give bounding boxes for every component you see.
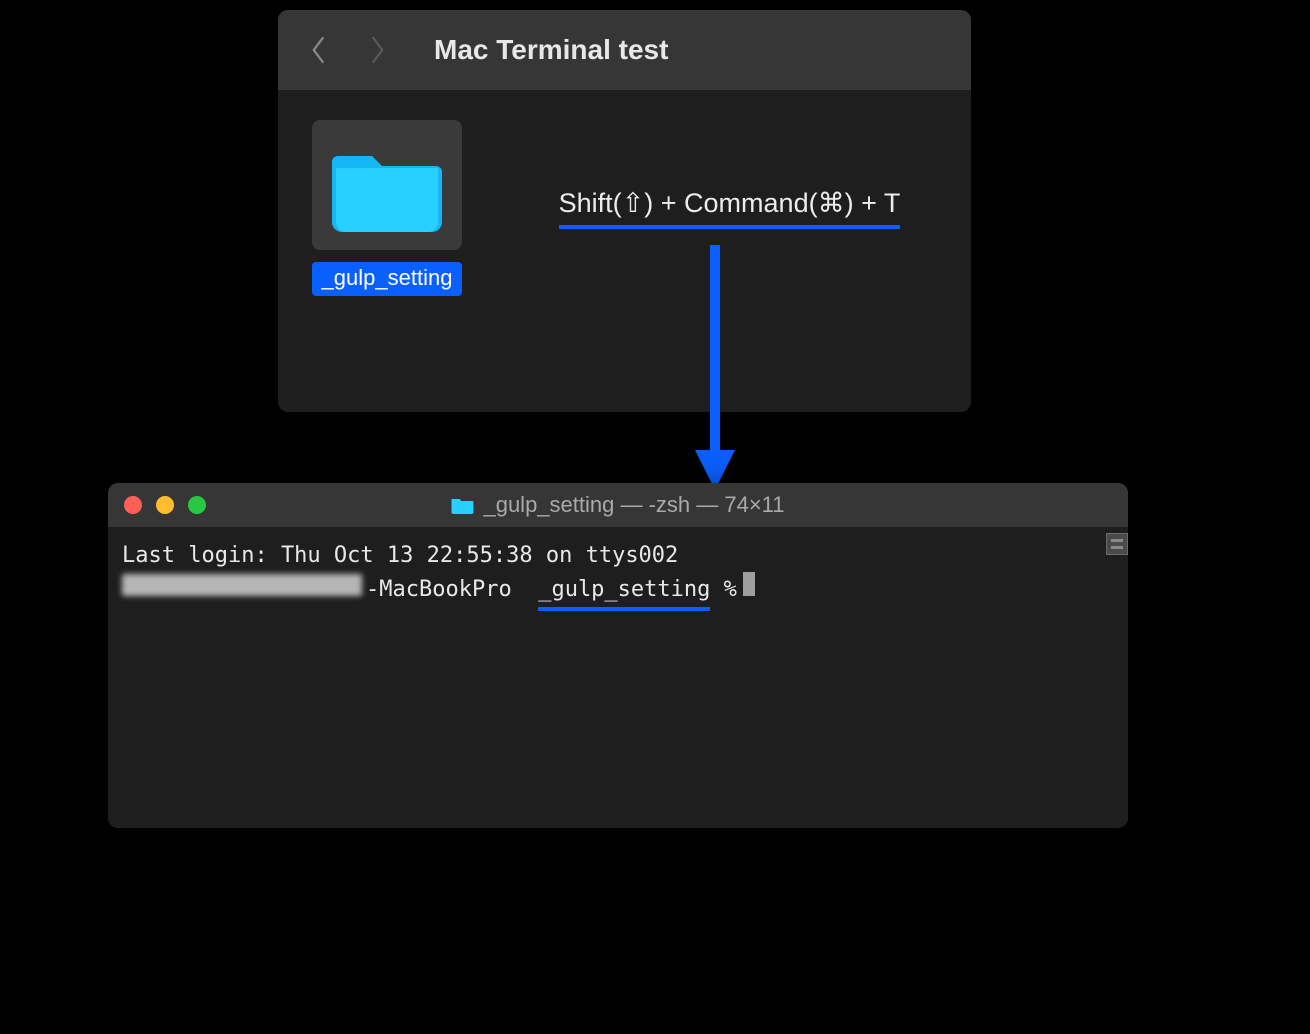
finder-toolbar: Mac Terminal test — [278, 10, 971, 90]
terminal-last-login: Last login: Thu Oct 13 22:55:38 on ttys0… — [122, 539, 1114, 572]
terminal-cursor — [743, 572, 755, 596]
finder-title: Mac Terminal test — [434, 34, 668, 66]
spacer — [512, 573, 539, 606]
zoom-button[interactable] — [188, 496, 206, 514]
terminal-prompt-line: -MacBookPro _gulp_setting % — [122, 572, 1114, 611]
terminal-title: _gulp_setting — -zsh — 74×11 — [451, 492, 784, 518]
terminal-host: -MacBookPro — [366, 573, 512, 606]
keyboard-shortcut-label: Shift(⇧) + Command(⌘) + T — [559, 188, 901, 229]
chevron-right-icon — [368, 35, 386, 65]
terminal-window: _gulp_setting — -zsh — 74×11 Last login:… — [108, 483, 1128, 828]
terminal-prompt-symbol: % — [724, 573, 737, 606]
close-button[interactable] — [124, 496, 142, 514]
minimize-button[interactable] — [156, 496, 174, 514]
finder-body: _gulp_setting Shift(⇧) + Command(⌘) + T — [278, 90, 971, 326]
finder-window: Mac Terminal test _gulp_setting Shift(⇧)… — [278, 10, 971, 412]
terminal-body[interactable]: Last login: Thu Oct 13 22:55:38 on ttys0… — [108, 527, 1128, 828]
terminal-titlebar: _gulp_setting — -zsh — 74×11 — [108, 483, 1128, 527]
folder-icon-wrap — [312, 120, 462, 250]
nav-back-button[interactable] — [306, 31, 332, 69]
shortcut-area: Shift(⇧) + Command(⌘) + T — [512, 188, 947, 229]
spacer — [710, 573, 723, 606]
folder-label: _gulp_setting — [312, 262, 463, 296]
window-controls — [124, 496, 206, 514]
nav-forward-button[interactable] — [364, 31, 390, 69]
redacted-username — [122, 574, 362, 596]
folder-item[interactable]: _gulp_setting — [302, 120, 472, 296]
folder-icon — [451, 496, 473, 514]
folder-icon — [332, 138, 442, 233]
scroll-indicator-icon — [1106, 533, 1128, 555]
terminal-title-text: _gulp_setting — -zsh — 74×11 — [483, 492, 784, 518]
terminal-cwd: _gulp_setting — [538, 573, 710, 611]
chevron-left-icon — [310, 35, 328, 65]
